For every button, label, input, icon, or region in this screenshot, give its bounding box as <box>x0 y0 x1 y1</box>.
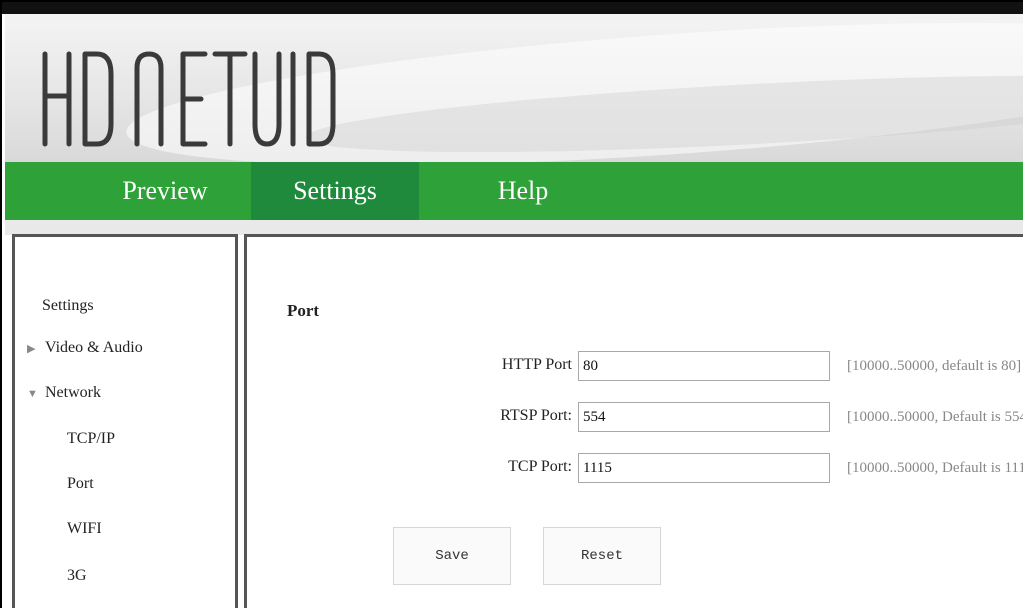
sidebar-item-network[interactable]: ▼ Network <box>27 384 101 402</box>
http-port-label: HTTP Port <box>501 356 572 373</box>
main-nav: Preview Settings Help <box>5 162 1023 220</box>
sidebar-item-label: Video & Audio <box>45 339 143 356</box>
tcp-port-label: TCP Port: <box>508 458 572 475</box>
sidebar-item-port[interactable]: Port <box>67 475 94 493</box>
collapse-arrow-icon: ▼ <box>27 388 38 400</box>
section-title: Port <box>287 301 320 320</box>
sidebar-item-3g[interactable]: 3G <box>67 567 87 585</box>
header-banner <box>5 14 1023 162</box>
tcp-port-hint: [10000..50000, Default is 1115] <box>847 460 1023 476</box>
hd-netvideo-logo <box>42 51 336 147</box>
http-port-row: HTTP Port <box>447 349 572 381</box>
rtsp-port-input[interactable] <box>578 402 830 432</box>
sidebar-item-tcp-ip[interactable]: TCP/IP <box>67 430 115 448</box>
sidebar-item-wifi[interactable]: WIFI <box>67 520 102 538</box>
http-port-hint: [10000..50000, default is 80] <box>847 358 1022 374</box>
sidebar-item-label: Network <box>45 384 101 401</box>
rtsp-port-row: RTSP Port: <box>447 400 572 432</box>
sidebar-heading-settings[interactable]: Settings <box>42 297 94 315</box>
tab-preview[interactable]: Preview <box>85 162 245 220</box>
reset-button[interactable]: Reset <box>543 527 661 585</box>
sidebar-item-video-audio[interactable]: ▶ Video & Audio <box>27 339 143 357</box>
tab-help[interactable]: Help <box>425 162 593 220</box>
rtsp-port-hint: [10000..50000, Default is 554] <box>847 409 1023 425</box>
app-window: Preview Settings Help Settings ▶ Video & … <box>0 0 1023 608</box>
top-border <box>2 2 1023 14</box>
tab-settings[interactable]: Settings <box>251 162 419 220</box>
http-port-input[interactable] <box>578 351 830 381</box>
rtsp-port-label: RTSP Port: <box>500 407 572 424</box>
tcp-port-input[interactable] <box>578 453 830 483</box>
nav-underbar <box>5 220 1023 235</box>
expand-arrow-icon: ▶ <box>27 343 36 355</box>
settings-sidebar: Settings ▶ Video & Audio ▼ Network TCP/IP … <box>12 234 238 608</box>
save-button[interactable]: Save <box>393 527 511 585</box>
tcp-port-row: TCP Port: <box>447 451 572 483</box>
port-settings-panel: Port HTTP Port [10000..50000, default is… <box>247 237 1023 608</box>
